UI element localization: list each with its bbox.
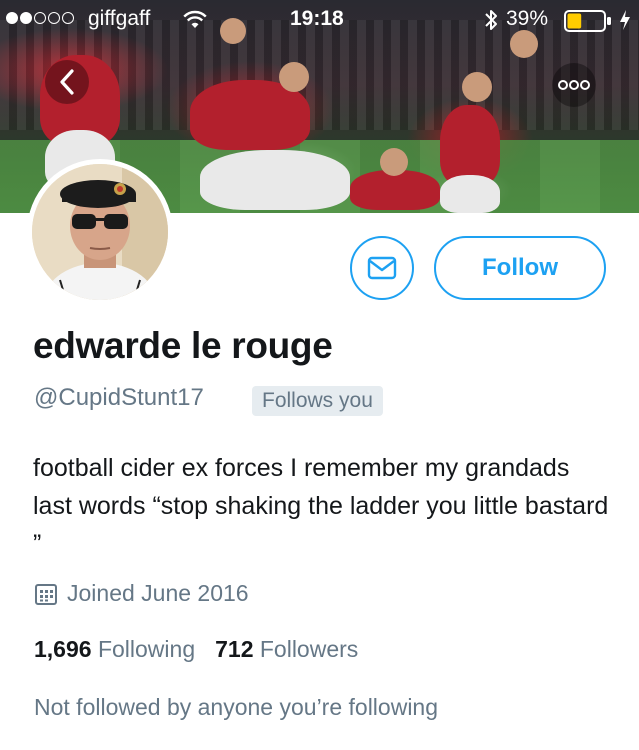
follow-stats: 1,696 Following 712 Followers xyxy=(34,636,358,663)
profile-bio: football cider ex forces I remember my g… xyxy=(33,454,609,558)
player-head xyxy=(462,72,492,102)
joined-date-row: Joined June 2016 xyxy=(34,580,249,607)
message-button[interactable] xyxy=(350,236,414,300)
signal-strength-icon xyxy=(6,12,74,24)
status-bar: giffgaff 19:18 39% xyxy=(0,0,639,40)
avatar[interactable] xyxy=(27,159,173,305)
more-options-button[interactable] xyxy=(552,63,596,107)
followers-count: 712 xyxy=(215,636,254,662)
mutual-followers-note: Not followed by anyone you’re following xyxy=(34,694,439,720)
followers-label: Followers xyxy=(259,636,359,662)
bluetooth-icon xyxy=(485,10,497,30)
followers-stat[interactable]: 712 Followers xyxy=(215,636,358,663)
wifi-icon xyxy=(183,10,207,28)
status-time: 19:18 xyxy=(290,7,344,30)
calendar-icon xyxy=(35,583,57,605)
following-label: Following xyxy=(97,636,196,662)
follows-you-badge: Follows you xyxy=(252,386,383,416)
battery-percent: 39% xyxy=(506,7,549,30)
battery-icon xyxy=(564,10,611,32)
player-figure xyxy=(440,175,500,213)
player-head xyxy=(380,148,408,176)
following-stat[interactable]: 1,696 Following xyxy=(34,636,195,663)
user-handle: @CupidStunt17 xyxy=(34,384,204,411)
profile-page: giffgaff 19:18 39% Follow edwarde le rou… xyxy=(0,0,639,750)
display-name: edwarde le rouge xyxy=(33,325,333,366)
player-figure xyxy=(350,170,440,210)
avatar-photo xyxy=(32,164,168,300)
player-figure xyxy=(200,150,350,210)
charging-bolt-icon xyxy=(620,10,630,30)
back-button[interactable] xyxy=(45,60,89,104)
player-head xyxy=(279,62,309,92)
more-dots-icon xyxy=(558,80,590,90)
player-figure xyxy=(440,105,500,185)
following-count: 1,696 xyxy=(34,636,92,662)
carrier-name: giffgaff xyxy=(88,7,151,30)
follow-button[interactable]: Follow xyxy=(434,236,606,300)
envelope-icon xyxy=(367,256,397,280)
joined-date: Joined June 2016 xyxy=(67,580,249,606)
chevron-left-icon xyxy=(60,69,74,95)
